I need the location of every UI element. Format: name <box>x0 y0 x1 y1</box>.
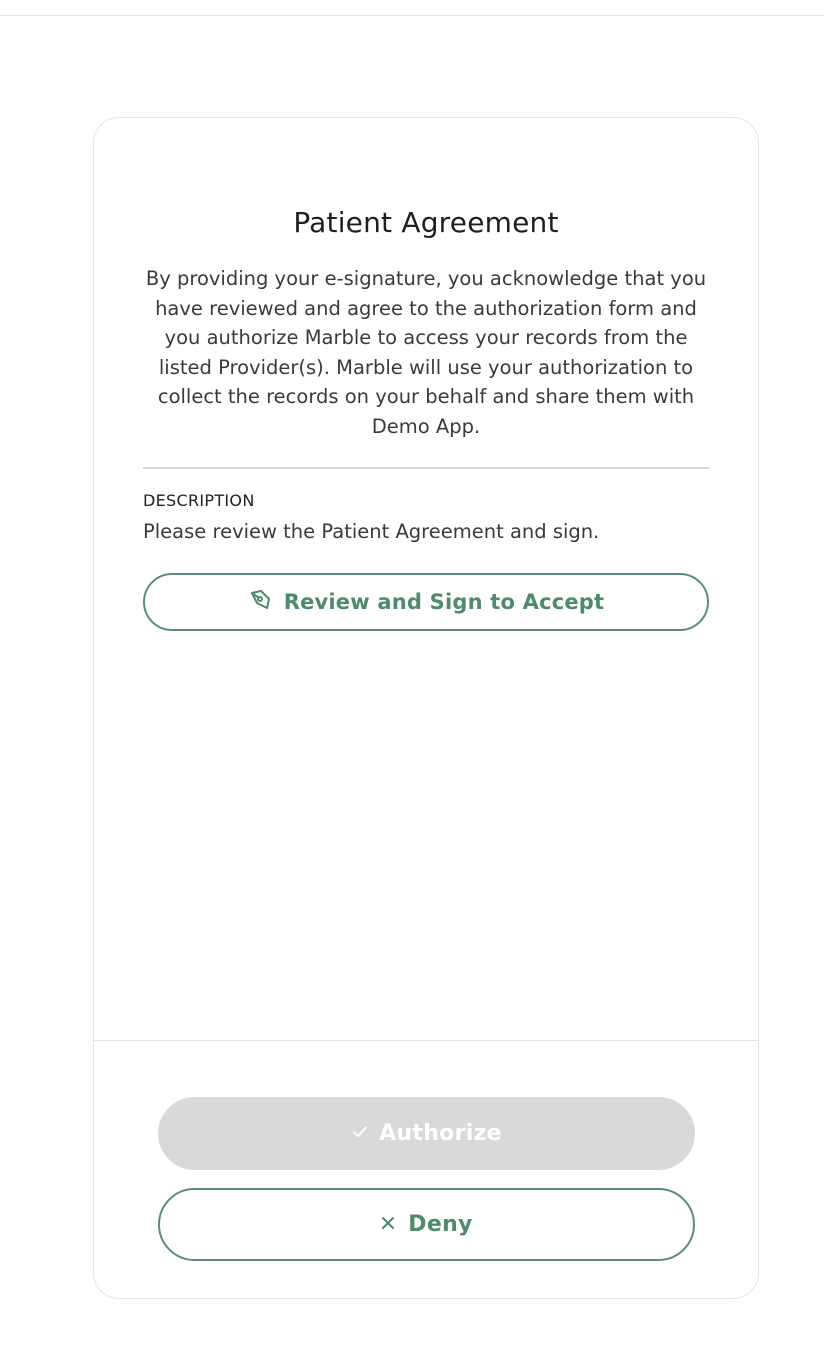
page-title: Patient Agreement <box>293 206 559 239</box>
review-button-label: Review and Sign to Accept <box>283 590 605 614</box>
description-label: DESCRIPTION <box>143 491 255 510</box>
check-icon <box>351 1123 369 1145</box>
authorize-button-label: Authorize <box>379 1121 502 1146</box>
top-divider <box>0 15 824 16</box>
section-divider <box>143 467 709 469</box>
agreement-intro-text: By providing your e-signature, you ackno… <box>145 267 707 438</box>
footer-divider <box>94 1040 758 1041</box>
close-icon <box>380 1215 396 1235</box>
pen-sign-icon <box>248 588 272 616</box>
deny-button-label: Deny <box>408 1212 473 1237</box>
authorize-button[interactable]: Authorize <box>158 1097 695 1170</box>
description-text: Please review the Patient Agreement and … <box>143 520 600 543</box>
review-and-sign-button[interactable]: Review and Sign to Accept <box>143 573 709 631</box>
deny-button[interactable]: Deny <box>158 1188 695 1261</box>
agreement-card: Patient Agreement By providing your e-si… <box>93 117 759 1299</box>
